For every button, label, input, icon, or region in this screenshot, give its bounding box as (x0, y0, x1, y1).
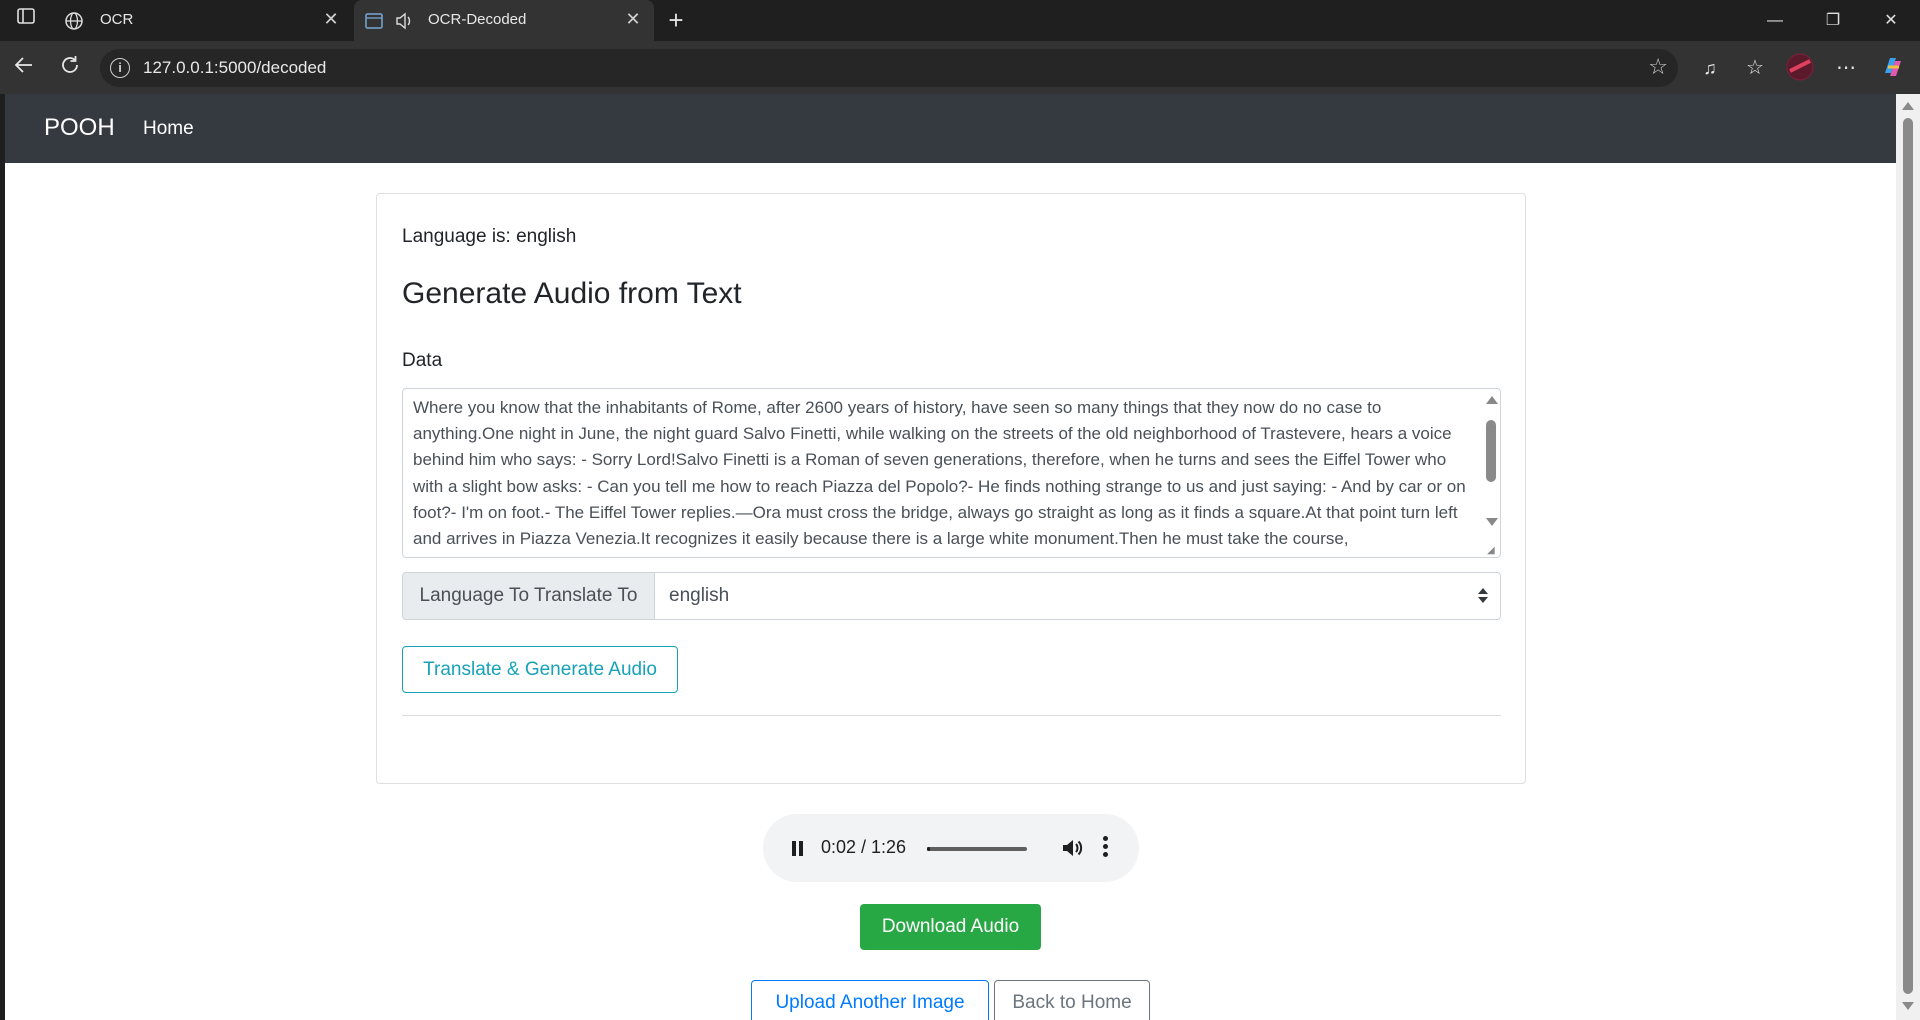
window-close-icon[interactable]: ✕ (1867, 0, 1915, 41)
audio-time: 0:02 / 1:26 (821, 837, 907, 857)
translate-language-group: Language To Translate To english (402, 572, 1501, 620)
audio-more-icon[interactable] (1103, 836, 1109, 860)
translate-language-label: Language To Translate To (402, 572, 655, 620)
data-textarea-text[interactable]: Where you know that the inhabitants of R… (413, 395, 1471, 552)
page-viewport: POOH Home Language is: english Generate … (5, 94, 1901, 1020)
scroll-thumb[interactable] (1486, 420, 1496, 482)
page-scroll-up-icon[interactable] (1902, 102, 1914, 110)
profile-avatar[interactable] (1786, 53, 1814, 81)
scroll-down-icon[interactable] (1486, 518, 1498, 526)
copilot-icon[interactable] (1879, 53, 1907, 81)
tab-title: OCR-Decoded (428, 11, 527, 28)
tab-actions-icon[interactable] (12, 6, 40, 34)
page-scrollbar[interactable] (1896, 94, 1920, 1020)
tab-title: OCR (100, 11, 134, 28)
detected-language: Language is: english (402, 226, 577, 247)
back-to-home-button[interactable]: Back to Home (994, 980, 1150, 1020)
favorite-star-icon[interactable]: ☆ (1648, 54, 1668, 80)
pause-icon[interactable] (791, 841, 805, 856)
site-info-icon[interactable]: i (110, 58, 130, 78)
tab-close-icon[interactable]: ✕ (624, 10, 642, 28)
volume-icon[interactable] (1059, 835, 1085, 861)
translate-language-select[interactable]: english (654, 572, 1501, 620)
translate-generate-button[interactable]: Translate & Generate Audio (402, 646, 678, 693)
audio-progress-fill (927, 847, 930, 851)
nav-link-home[interactable]: Home (143, 118, 194, 140)
resize-handle-icon[interactable]: ◢ (1487, 545, 1497, 556)
url-text[interactable]: 127.0.0.1:5000/decoded (143, 58, 326, 78)
decoded-card: Language is: english Generate Audio from… (376, 193, 1526, 784)
tab-ocr[interactable]: OCR ✕ (60, 0, 352, 41)
tab-strip: OCR ✕ OCR-Decoded ✕ + — ❐ ✕ (0, 0, 1920, 41)
tab-close-icon[interactable]: ✕ (322, 10, 340, 28)
card-title: Generate Audio from Text (402, 277, 742, 310)
divider (402, 715, 1501, 716)
audio-progress-bar[interactable] (927, 847, 1027, 851)
translate-language-value[interactable]: english (669, 585, 729, 606)
page-scroll-down-icon[interactable] (1902, 1002, 1914, 1010)
select-caret-icon (1478, 586, 1488, 606)
favorites-icon[interactable]: ☆ (1741, 54, 1769, 82)
navbar-brand[interactable]: POOH (44, 114, 115, 142)
data-textarea[interactable]: Where you know that the inhabitants of R… (402, 388, 1501, 558)
restore-icon[interactable]: ❐ (1809, 0, 1857, 41)
terminal-icon (365, 13, 383, 29)
page-scroll-thumb[interactable] (1903, 118, 1913, 994)
reload-icon[interactable] (56, 54, 84, 82)
browser-toolbar: i 127.0.0.1:5000/decoded ☆ ♫ ☆ ⋯ (0, 41, 1920, 94)
data-label: Data (402, 350, 443, 371)
tab-ocr-decoded[interactable]: OCR-Decoded ✕ (354, 0, 654, 41)
back-icon[interactable] (10, 54, 38, 82)
more-options-icon[interactable]: ⋯ (1832, 54, 1860, 82)
media-control-icon[interactable]: ♫ (1696, 54, 1724, 82)
new-tab-icon[interactable]: + (664, 6, 688, 34)
minimize-icon[interactable]: — (1751, 0, 1799, 41)
address-bar[interactable]: i 127.0.0.1:5000/decoded ☆ (100, 49, 1678, 87)
textarea-scrollbar[interactable] (1482, 390, 1499, 556)
upload-another-image-button[interactable]: Upload Another Image (751, 980, 989, 1020)
download-audio-button[interactable]: Download Audio (860, 904, 1041, 950)
navbar: POOH Home (5, 94, 1901, 163)
audio-player[interactable]: 0:02 / 1:26 (763, 814, 1139, 882)
speaker-icon[interactable] (394, 11, 414, 31)
scroll-up-icon[interactable] (1486, 396, 1498, 404)
globe-icon (65, 12, 83, 30)
